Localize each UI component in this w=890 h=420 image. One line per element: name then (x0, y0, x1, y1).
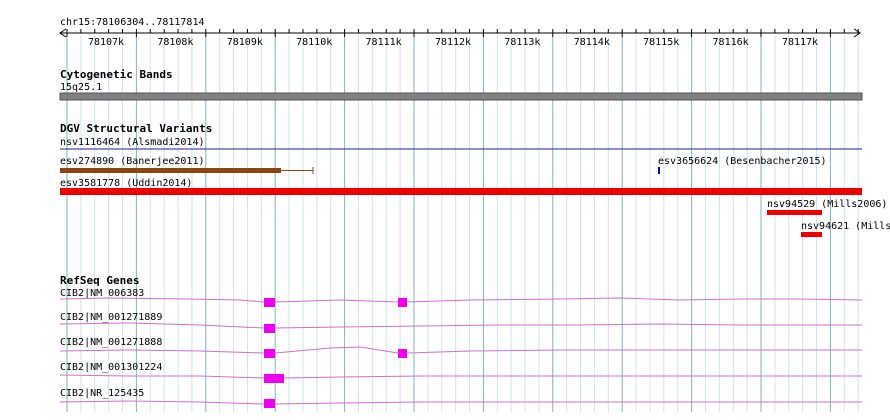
dgv-feature-esv274890[interactable] (60, 168, 281, 173)
dgv-feature-esv3656624[interactable] (658, 167, 660, 174)
track-refseq-genes[interactable]: RefSeq Genes CIB2|NM_006383 CIB2|NM_0012… (59, 274, 863, 408)
transcript-nr-125435[interactable]: CIB2|NR_125435 (59, 388, 862, 408)
ruler-tick-label: 78116k (713, 37, 749, 48)
exon (264, 298, 275, 307)
track-dgv-structural-variants[interactable]: DGV Structural Variants nsv1116464 (Alsm… (60, 122, 890, 237)
ruler-tick-label: 78114k (574, 37, 610, 48)
transcript-label: CIB2|NM_001271889 (60, 312, 162, 323)
ruler-tick-label: 78117k (782, 37, 818, 48)
ruler-tick-label: 78108k (157, 37, 193, 48)
exon (264, 374, 284, 383)
transcript-nm-006383[interactable]: CIB2|NM_006383 (59, 288, 863, 307)
transcript-nm-001271889[interactable]: CIB2|NM_001271889 (59, 312, 862, 333)
track-title: RefSeq Genes (60, 274, 139, 287)
track-title: Cytogenetic Bands (60, 68, 173, 81)
exon (264, 349, 275, 358)
exon (398, 349, 407, 358)
transcript-nm-001301224[interactable]: CIB2|NM_001301224 (59, 362, 862, 383)
feature-label: nsv1116464 (Alsmadi2014) (60, 137, 205, 148)
cytoband-label: 15q25.1 (60, 82, 102, 93)
background-grid (66, 36, 859, 412)
cytoband-15q25-1[interactable] (59, 92, 863, 101)
track-cytogenetic-bands[interactable]: Cytogenetic Bands 15q25.1 (59, 68, 863, 101)
ruler-tick-label: 78107k (88, 37, 124, 48)
dgv-feature-nsv94621[interactable] (801, 232, 822, 237)
location-label: chr15:78106304..78117814 (60, 17, 205, 28)
ruler-major-ticks: 78107k 78108k 78109k 78110k 78111k 78112k 7811… (66, 29, 831, 48)
genome-browser-view: chr15:78106304..78117814 78107k 78108k 781… (0, 0, 890, 415)
dgv-feature-nsv94529[interactable] (767, 210, 822, 215)
transcript-label: CIB2|NR_125435 (60, 388, 144, 399)
transcript-label: CIB2|NM_001301224 (60, 362, 162, 373)
ruler-tick-label: 78112k (435, 37, 471, 48)
feature-label: nsv94621 (Mills (801, 221, 890, 232)
feature-label: esv274890 (Banerjee2011) (60, 156, 205, 167)
transcript-nm-001271888[interactable]: CIB2|NM_001271888 (59, 337, 862, 358)
transcript-label: CIB2|NM_001271888 (60, 337, 162, 348)
dgv-feature-esv3581778[interactable] (60, 188, 862, 195)
feature-label: nsv94529 (Mills2006) (767, 199, 887, 210)
ruler-tick-label: 78111k (366, 37, 402, 48)
track-title: DGV Structural Variants (60, 122, 212, 135)
exon (398, 298, 407, 307)
ruler[interactable]: chr15:78106304..78117814 78107k 78108k 781… (59, 17, 861, 48)
ruler-tick-label: 78109k (227, 37, 263, 48)
exon (264, 399, 275, 408)
transcript-label: CIB2|NM_006383 (60, 288, 144, 299)
feature-label: esv3581778 (Uddin2014) (60, 178, 192, 189)
exon (264, 324, 275, 333)
ruler-tick-label: 78115k (643, 37, 679, 48)
ruler-tick-label: 78110k (296, 37, 332, 48)
ruler-tick-label: 78113k (504, 37, 540, 48)
ruler-minor-ticks (80, 29, 859, 33)
feature-label: esv3656624 (Besenbacher2015) (658, 156, 827, 167)
